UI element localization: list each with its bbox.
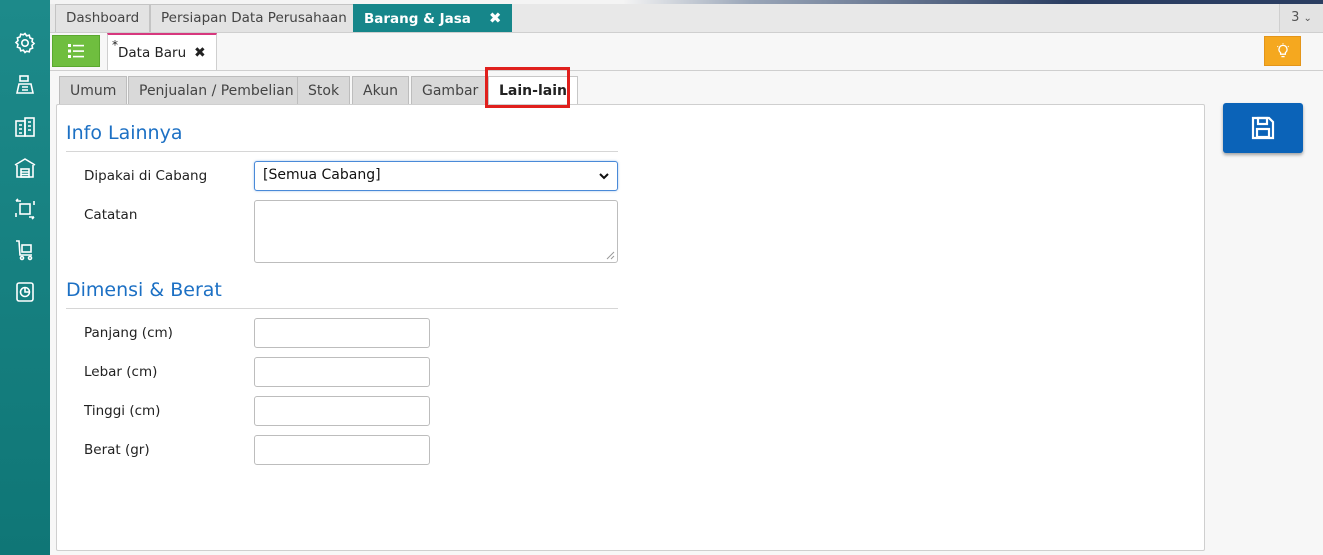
subtab-label: Umum (70, 83, 117, 99)
branch-select-value: [Semua Cabang] (263, 167, 381, 183)
chevron-down-icon (599, 173, 609, 180)
list-menu-button[interactable] (52, 35, 100, 67)
tab-counter-dropdown[interactable]: 3 ⌄ (1279, 4, 1323, 32)
cashier-icon[interactable] (12, 72, 38, 98)
building-icon[interactable] (12, 114, 38, 140)
resize-grip-icon[interactable] (606, 251, 615, 260)
cart-icon[interactable] (12, 237, 38, 263)
tab-label: Barang & Jasa (364, 11, 471, 27)
tab-separator (50, 70, 1323, 71)
weight-label: Berat (gr) (84, 442, 150, 458)
module-tab-bar: Dashboard Persiapan Data Perusahaan Bara… (50, 4, 1323, 33)
left-sidebar (0, 0, 50, 555)
tab-label: Dashboard (66, 10, 140, 26)
lightbulb-icon (1276, 43, 1289, 58)
section-divider (66, 151, 618, 152)
width-label: Lebar (cm) (84, 364, 158, 380)
subtab-label: Penjualan / Pembelian (139, 83, 294, 99)
weight-input[interactable] (254, 435, 430, 465)
tab-lain-lain[interactable]: Lain-lain (488, 76, 578, 105)
tab-dashboard[interactable]: Dashboard (55, 4, 151, 32)
report-chart-icon[interactable] (12, 279, 38, 305)
content-area: * Data Baru ✖ Umum Penjualan / Pembelian… (50, 33, 1323, 555)
close-icon[interactable]: ✖ (489, 5, 502, 32)
tab-barang-jasa[interactable]: Barang & Jasa ✖ (353, 4, 513, 32)
warehouse-icon[interactable] (12, 155, 38, 181)
length-input[interactable] (254, 318, 430, 348)
branch-select[interactable]: [Semua Cabang] (254, 161, 618, 191)
save-icon (1251, 116, 1275, 140)
subtab-label: Stok (308, 83, 340, 99)
doc-tab-data-baru[interactable]: * Data Baru ✖ (107, 33, 217, 70)
notes-textarea[interactable] (254, 200, 618, 263)
subtab-label: Gambar (422, 83, 479, 99)
height-input[interactable] (254, 396, 430, 426)
tab-persiapan-data-perusahaan[interactable]: Persiapan Data Perusahaan (150, 4, 358, 32)
subtab-label: Akun (363, 83, 398, 99)
height-label: Tinggi (cm) (84, 403, 161, 419)
length-label: Panjang (cm) (84, 325, 173, 341)
tab-penjualan-pembelian[interactable]: Penjualan / Pembelian (128, 76, 305, 105)
tab-gambar[interactable]: Gambar (411, 76, 490, 105)
chevron-down-icon: ⌄ (1303, 13, 1312, 24)
list-icon (68, 44, 84, 58)
save-button[interactable] (1223, 103, 1303, 153)
close-icon[interactable]: ✖ (194, 45, 206, 61)
tab-akun[interactable]: Akun (352, 76, 409, 105)
box-transfer-icon[interactable] (12, 196, 38, 222)
section-title-info: Info Lainnya (66, 122, 183, 144)
form-panel: Info Lainnya Dipakai di Cabang [Semua Ca… (56, 104, 1205, 551)
section-divider (66, 308, 618, 309)
notes-label: Catatan (84, 207, 138, 223)
section-title-dimension: Dimensi & Berat (66, 279, 222, 301)
subtab-label: Lain-lain (499, 83, 567, 99)
tab-label: Persiapan Data Perusahaan (161, 10, 347, 26)
gear-icon[interactable] (12, 30, 38, 56)
branch-label: Dipakai di Cabang (84, 168, 208, 184)
hint-button[interactable] (1264, 36, 1301, 66)
tab-count: 3 (1291, 10, 1300, 25)
tab-stok[interactable]: Stok (297, 76, 351, 105)
tab-umum[interactable]: Umum (59, 76, 128, 105)
width-input[interactable] (254, 357, 430, 387)
doc-tab-label: Data Baru (118, 45, 187, 61)
